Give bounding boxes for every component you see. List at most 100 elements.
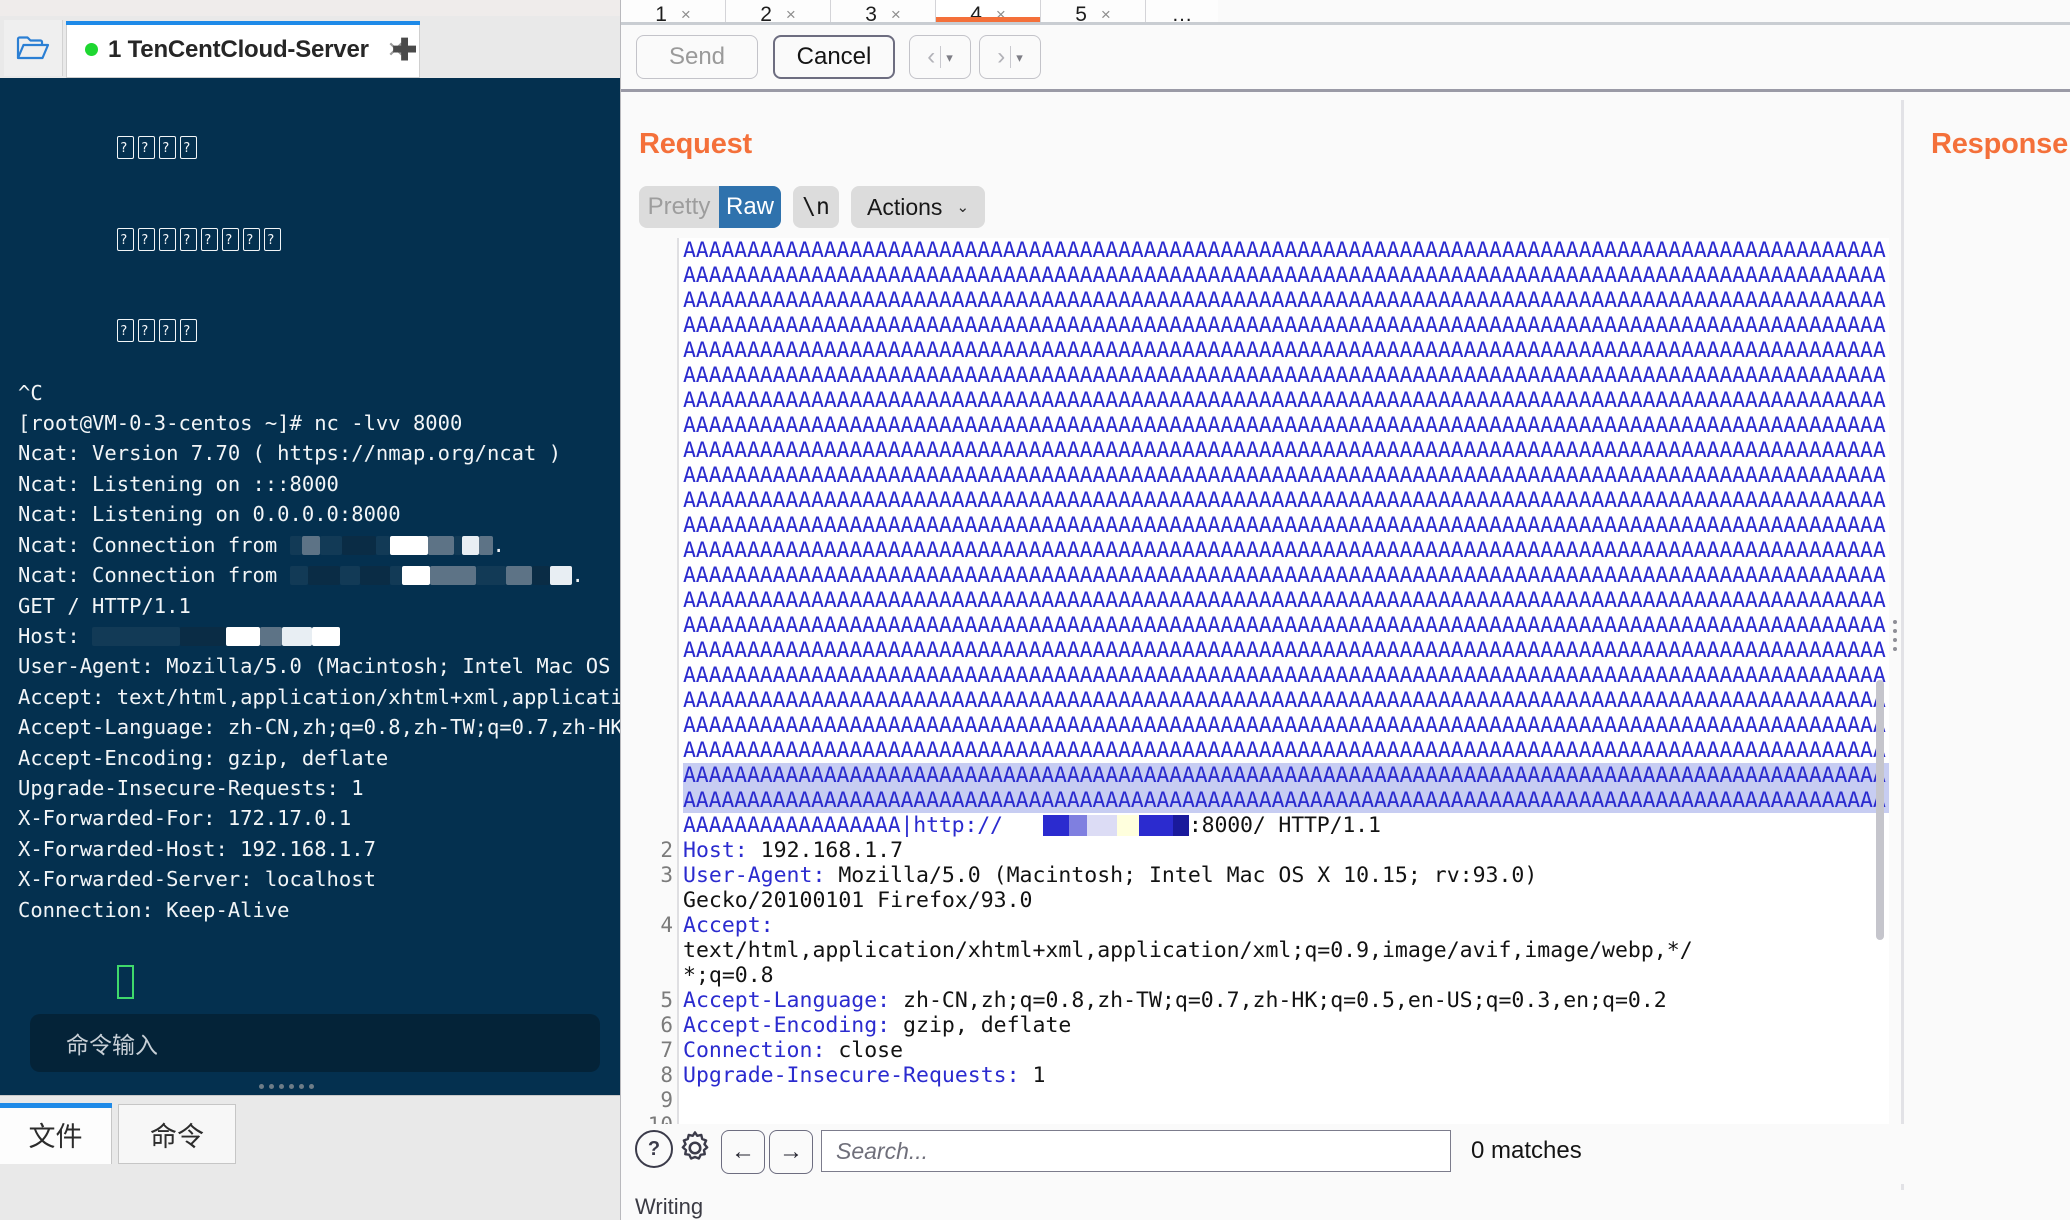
redaction-block	[180, 627, 226, 646]
folder-open-icon[interactable]	[4, 20, 63, 76]
bottom-tab-files[interactable]: 文件	[0, 1104, 112, 1164]
request-header-line: Gecko/20100101 Firefox/93.0	[683, 888, 1889, 913]
header-value: Gecko/20100101 Firefox/93.0	[683, 888, 1033, 913]
view-mode-raw[interactable]: Raw	[719, 186, 781, 228]
header-name: Connection:	[683, 1038, 825, 1063]
arrow-left-icon[interactable]: ←	[721, 1130, 765, 1174]
repeater-tab-overflow[interactable]: …	[1146, 0, 1218, 22]
toolbar-divider	[621, 89, 2070, 92]
request-editor[interactable]: 2345678910 AAAAAAAAAAAAAAAAAAAAAAAAAAAAA…	[639, 238, 1889, 1143]
editor-scrollbar[interactable]	[1876, 680, 1884, 940]
request-header-line: *;q=0.8	[683, 963, 1889, 988]
request-payload-line: AAAAAAAAAAAAAAAAAAAAAAAAAAAAAAAAAAAAAAAA…	[683, 713, 1889, 738]
terminal-line: GET / HTTP/1.1	[18, 591, 620, 621]
header-name: Accept:	[683, 913, 774, 938]
caret-down-icon[interactable]: ▾	[1016, 51, 1023, 64]
terminal-output[interactable]: ^C [root@VM-0-3-centos ~]# nc -lvv 8000 …	[0, 78, 620, 1096]
help-icon[interactable]: ?	[635, 1130, 673, 1168]
terminal-line: X-Forwarded-For: 172.17.0.1	[18, 803, 620, 833]
redaction-block	[308, 566, 340, 585]
resize-handle[interactable]	[226, 1080, 346, 1092]
find-toolbar: ? ← → Search... 0 matches	[621, 1124, 2070, 1184]
request-header-line: Connection: close	[683, 1038, 1889, 1063]
repeater-tab-2[interactable]: 2 ×	[726, 0, 831, 22]
chevron-right-icon: ›	[997, 45, 1005, 69]
arrow-right-icon[interactable]: →	[769, 1130, 813, 1174]
line-prefix: Ncat: Connection from	[18, 563, 290, 587]
request-response-divider[interactable]	[1901, 100, 1904, 1190]
command-input[interactable]: 命令输入	[30, 1014, 600, 1072]
terminal-line: Accept-Encoding: gzip, deflate	[18, 743, 620, 773]
next-request-button[interactable]: › ▾	[979, 35, 1041, 79]
line-prefix: Ncat: Connection from	[18, 533, 290, 557]
command-input-placeholder: 命令输入	[66, 1026, 158, 1060]
burp-repeater-panel: 1 × 2 × 3 × 4 × 5 × …	[620, 0, 2070, 1220]
header-value: text/html,application/xhtml+xml,applicat…	[683, 938, 1693, 963]
request-payload-line: AAAAAAAAAAAAAAAAAAAAAAAAAAAAAAAAAAAAAAAA…	[683, 638, 1889, 663]
redaction-block	[506, 566, 532, 585]
request-payload-line: AAAAAAAAAAAAAAAAAAAAAAAAAAAAAAAAAAAAAAAA…	[683, 313, 1889, 338]
redaction-block	[92, 627, 180, 646]
close-icon[interactable]: ×	[786, 6, 796, 23]
request-header-line: text/html,application/xhtml+xml,applicat…	[683, 938, 1889, 963]
header-value	[774, 913, 787, 938]
repeater-tab-5[interactable]: 5 ×	[1041, 0, 1146, 22]
send-button[interactable]: Send	[636, 35, 758, 79]
redaction-block	[454, 536, 462, 555]
terminal-line	[18, 104, 620, 195]
terminal-line	[18, 286, 620, 377]
terminal-line: Ncat: Listening on 0.0.0.0:8000	[18, 499, 620, 529]
terminal-line: Accept-Language: zh-CN,zh;q=0.8,zh-TW;q=…	[18, 712, 620, 742]
request-header-line: Accept-Language: zh-CN,zh;q=0.8,zh-TW;q=…	[683, 988, 1889, 1013]
search-input[interactable]: Search...	[821, 1130, 1451, 1172]
newline-toggle-button[interactable]: \n	[793, 186, 839, 228]
close-icon[interactable]: ×	[891, 6, 901, 23]
panel-resize-grip[interactable]	[1893, 620, 1897, 642]
status-dot	[85, 43, 98, 56]
redaction-block	[479, 536, 493, 555]
terminal-line: User-Agent: Mozilla/5.0 (Macintosh; Inte…	[18, 651, 620, 681]
redaction-block	[1069, 815, 1087, 836]
redaction-block	[1173, 815, 1189, 836]
request-first-line-tail: :8000/ HTTP/1.1	[1189, 813, 1381, 838]
repeater-tab-3[interactable]: 3 ×	[831, 0, 936, 22]
cancel-button[interactable]: Cancel	[773, 35, 895, 79]
redaction-block	[1043, 815, 1069, 836]
repeater-tab-4[interactable]: 4 ×	[936, 0, 1041, 22]
help-glyph: ?	[635, 1130, 673, 1168]
request-payload-line: AAAAAAAAAAAAAAAAAAAAAAAAAAAAAAAAAAAAAAAA…	[683, 688, 1889, 713]
close-icon[interactable]: ×	[996, 6, 1006, 23]
chevron-down-icon: ⌄	[956, 198, 969, 216]
terminal-line: X-Forwarded-Server: localhost	[18, 864, 620, 894]
close-icon[interactable]: ×	[681, 6, 691, 23]
payload-tail: AAAAAAAAAAAAAAAAA|http://	[683, 813, 1003, 838]
close-icon[interactable]: ×	[1101, 6, 1111, 23]
actions-label: Actions	[867, 194, 942, 221]
repeater-toolbar: Send Cancel ‹ ▾ › ▾	[621, 25, 2070, 89]
redaction-block	[260, 627, 282, 646]
bottom-tab-commands[interactable]: 命令	[118, 1104, 236, 1164]
request-payload-line: AAAAAAAAAAAAAAAAAAAAAAAAAAAAAAAAAAAAAAAA…	[683, 788, 1889, 813]
prev-request-button[interactable]: ‹ ▾	[909, 35, 971, 79]
repeater-tab-1[interactable]: 1 ×	[621, 0, 726, 22]
caret-down-icon[interactable]: ▾	[946, 51, 953, 64]
actions-button[interactable]: Actions ⌄	[851, 186, 985, 228]
request-payload-line: AAAAAAAAAAAAAAAAAAAAAAAAAAAAAAAAAAAAAAAA…	[683, 538, 1889, 563]
request-payload-line: AAAAAAAAAAAAAAAAAAAAAAAAAAAAAAAAAAAAAAAA…	[683, 288, 1889, 313]
request-payload-line: AAAAAAAAAAAAAAAAAAAAAAAAAAAAAAAAAAAAAAAA…	[683, 338, 1889, 363]
request-payload-line: AAAAAAAAAAAAAAAAAAAAAAAAAAAAAAAAAAAAAAAA…	[683, 513, 1889, 538]
request-first-line: AAAAAAAAAAAAAAAAA|http:// :8000/ HTTP/1.1	[683, 813, 1889, 838]
redaction-block	[340, 566, 360, 585]
header-value: 192.168.1.7	[748, 838, 903, 863]
status-text: Writing	[635, 1194, 703, 1220]
gear-icon[interactable]	[677, 1130, 713, 1166]
request-raw-text[interactable]: AAAAAAAAAAAAAAAAAAAAAAAAAAAAAAAAAAAAAAAA…	[683, 238, 1889, 1143]
plus-icon[interactable]: ✚	[392, 36, 417, 66]
request-payload-line: AAAAAAAAAAAAAAAAAAAAAAAAAAAAAAAAAAAAAAAA…	[683, 263, 1889, 288]
terminal-app-window: 1 TenCentCloud-Server ✕ ✚ ^C [root@VM-0-…	[0, 0, 620, 1220]
terminal-line: X-Forwarded-Host: 192.168.1.7	[18, 834, 620, 864]
terminal-tab[interactable]: 1 TenCentCloud-Server ✕	[66, 22, 420, 78]
view-mode-pretty[interactable]: Pretty	[639, 186, 719, 228]
text-cursor	[117, 965, 134, 999]
terminal-line-redacted: Ncat: Connection from .	[18, 530, 620, 560]
